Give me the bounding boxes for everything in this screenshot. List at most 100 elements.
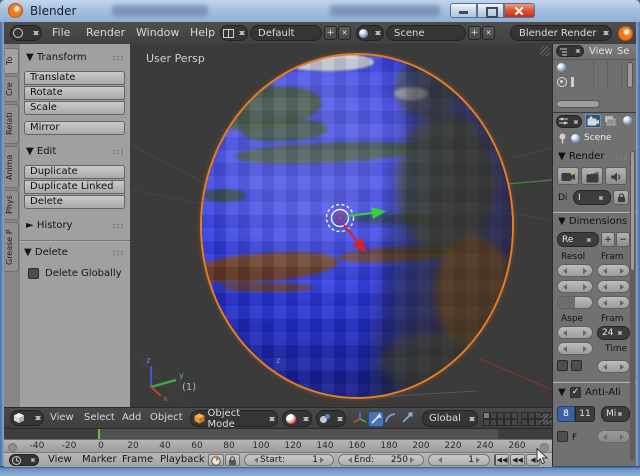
rotate-manipulator-button[interactable]: [384, 411, 400, 427]
dimensions-panel-header[interactable]: ▼ Dimensions: [558, 216, 627, 227]
resolution-y-slider[interactable]: [557, 280, 593, 293]
delete-globally-checkbox[interactable]: [28, 268, 39, 279]
scene-tab[interactable]: [621, 114, 636, 128]
stepper-arrows[interactable]: [268, 414, 275, 424]
stepper-arrows[interactable]: [575, 47, 581, 55]
transform-panel-header[interactable]: ▼ Transform: [26, 52, 87, 63]
history-panel-header[interactable]: ► History: [26, 220, 72, 231]
manipulator-x-arrow[interactable]: [343, 224, 367, 253]
time-old-slider[interactable]: [597, 360, 630, 373]
aa-samples-8-button[interactable]: 8: [557, 406, 575, 422]
stepper-arrows[interactable]: [336, 414, 343, 424]
stepper-arrows[interactable]: [617, 410, 623, 418]
menu-marker[interactable]: Marker: [82, 453, 117, 467]
outliner-vscrollbar[interactable]: [627, 62, 633, 88]
render-panel-header[interactable]: ▼ Render: [558, 151, 605, 162]
properties-scrollbar-thumb[interactable]: [630, 151, 635, 271]
stepper-arrows[interactable]: [468, 414, 475, 424]
object-item-label-fragment[interactable]: [571, 77, 574, 87]
add-layout-button[interactable]: +: [324, 26, 337, 40]
stepper-arrows[interactable]: [573, 118, 579, 126]
editor-type-selector[interactable]: [556, 115, 582, 128]
stepper-arrows[interactable]: [238, 28, 245, 38]
timeline-scrub-band[interactable]: [4, 429, 552, 439]
frame-start-slider[interactable]: [597, 264, 630, 277]
close-button[interactable]: [504, 3, 535, 18]
tab-tools[interactable]: To: [5, 48, 19, 74]
stepper-arrows[interactable]: [30, 456, 36, 464]
menu-playback[interactable]: Playback: [160, 453, 205, 467]
screen-layout-name[interactable]: Default: [250, 25, 322, 41]
duplicate-linked-button[interactable]: Duplicate Linked: [24, 180, 125, 194]
menu-file[interactable]: File: [52, 22, 70, 44]
menu-render[interactable]: Render: [86, 22, 125, 44]
tab-grease-pencil[interactable]: Grease P: [5, 222, 19, 272]
stepper-arrows[interactable]: [586, 236, 592, 244]
tab-create[interactable]: Cre: [5, 76, 19, 102]
stepper-arrows[interactable]: [602, 28, 609, 38]
increment-arrow[interactable]: [320, 457, 327, 463]
display-mode-selector[interactable]: I: [573, 190, 611, 205]
lock-interface-button[interactable]: [613, 190, 629, 205]
tab-physics[interactable]: Phys: [5, 190, 19, 220]
frame-step-slider[interactable]: [597, 296, 630, 309]
pivot-point-selector[interactable]: [316, 410, 346, 427]
manipulator-toggle[interactable]: [352, 411, 368, 427]
decrement-arrow[interactable]: [251, 457, 258, 463]
aspect-y-slider[interactable]: [557, 342, 593, 355]
stepper-arrows[interactable]: [374, 28, 381, 38]
crop-checkbox[interactable]: [571, 360, 582, 371]
delete-button[interactable]: Delete: [24, 195, 125, 209]
delete-scene-button[interactable]: ✕: [482, 26, 495, 40]
outliner-hscrollbar[interactable]: [556, 100, 600, 108]
menu-add[interactable]: Add: [122, 407, 141, 429]
aa-filter-selector[interactable]: Mi: [601, 406, 630, 422]
jump-to-start-button[interactable]: ◀◀: [494, 454, 509, 466]
operator-panel-header[interactable]: ▼ Delete: [24, 247, 68, 258]
menu-object[interactable]: Object: [150, 407, 183, 429]
menu-window[interactable]: Window: [136, 22, 179, 44]
render-animation-button[interactable]: [581, 167, 603, 185]
decrement-arrow[interactable]: [345, 457, 352, 463]
menu-view[interactable]: View: [50, 407, 74, 429]
scale-manipulator-button[interactable]: [400, 411, 416, 427]
delete-layout-button[interactable]: ✕: [338, 26, 351, 40]
duplicate-button[interactable]: Duplicate: [24, 165, 125, 179]
resolution-x-slider[interactable]: [557, 264, 593, 277]
menu-select[interactable]: Select: [84, 407, 115, 429]
aa-samples-11-button[interactable]: 11: [575, 406, 595, 422]
maximize-button[interactable]: [477, 3, 504, 18]
scene-item-icon[interactable]: [557, 63, 567, 73]
panel-grip[interactable]: [112, 55, 124, 61]
antialiasing-panel-header[interactable]: ▼: [558, 387, 566, 398]
area-corner-grip[interactable]: [540, 46, 550, 56]
render-tab-active[interactable]: [585, 114, 601, 128]
editor-type-selector[interactable]: [10, 25, 42, 41]
panel-grip[interactable]: [112, 149, 124, 155]
remove-preset-button[interactable]: −: [616, 232, 630, 247]
stepper-arrows[interactable]: [302, 414, 309, 424]
tab-animation[interactable]: Anima: [5, 146, 19, 188]
viewport-shading-selector[interactable]: [282, 410, 312, 427]
end-frame-field[interactable]: End: 250: [338, 454, 424, 466]
filter-size-slider[interactable]: [597, 430, 630, 443]
antialiasing-checkbox[interactable]: ✓: [570, 387, 581, 398]
translate-manipulator-button[interactable]: [368, 411, 384, 427]
add-scene-button[interactable]: +: [468, 26, 481, 40]
screen-layout-selector[interactable]: [220, 25, 248, 41]
tab-relations[interactable]: Relati: [5, 104, 19, 144]
titlebar[interactable]: Blender: [0, 0, 640, 23]
full-sample-checkbox[interactable]: [557, 431, 568, 442]
frame-end-slider[interactable]: [597, 280, 630, 293]
menu-view[interactable]: View: [48, 453, 72, 467]
timeline-ruler[interactable]: -40 -20 0 20 40 60 80 100 120 140 160 18…: [4, 439, 552, 453]
start-frame-field[interactable]: Start: 1: [244, 454, 334, 466]
layer-buttons-group1[interactable]: [483, 412, 518, 426]
decrement-arrow[interactable]: [435, 457, 442, 463]
editor-type-selector[interactable]: [556, 45, 584, 57]
editor-type-selector[interactable]: [9, 454, 39, 466]
framerate-field[interactable]: 24: [597, 326, 630, 340]
layer-1-active[interactable]: [483, 412, 490, 419]
render-layers-tab[interactable]: [603, 114, 619, 128]
object-item-icon[interactable]: [557, 77, 567, 87]
